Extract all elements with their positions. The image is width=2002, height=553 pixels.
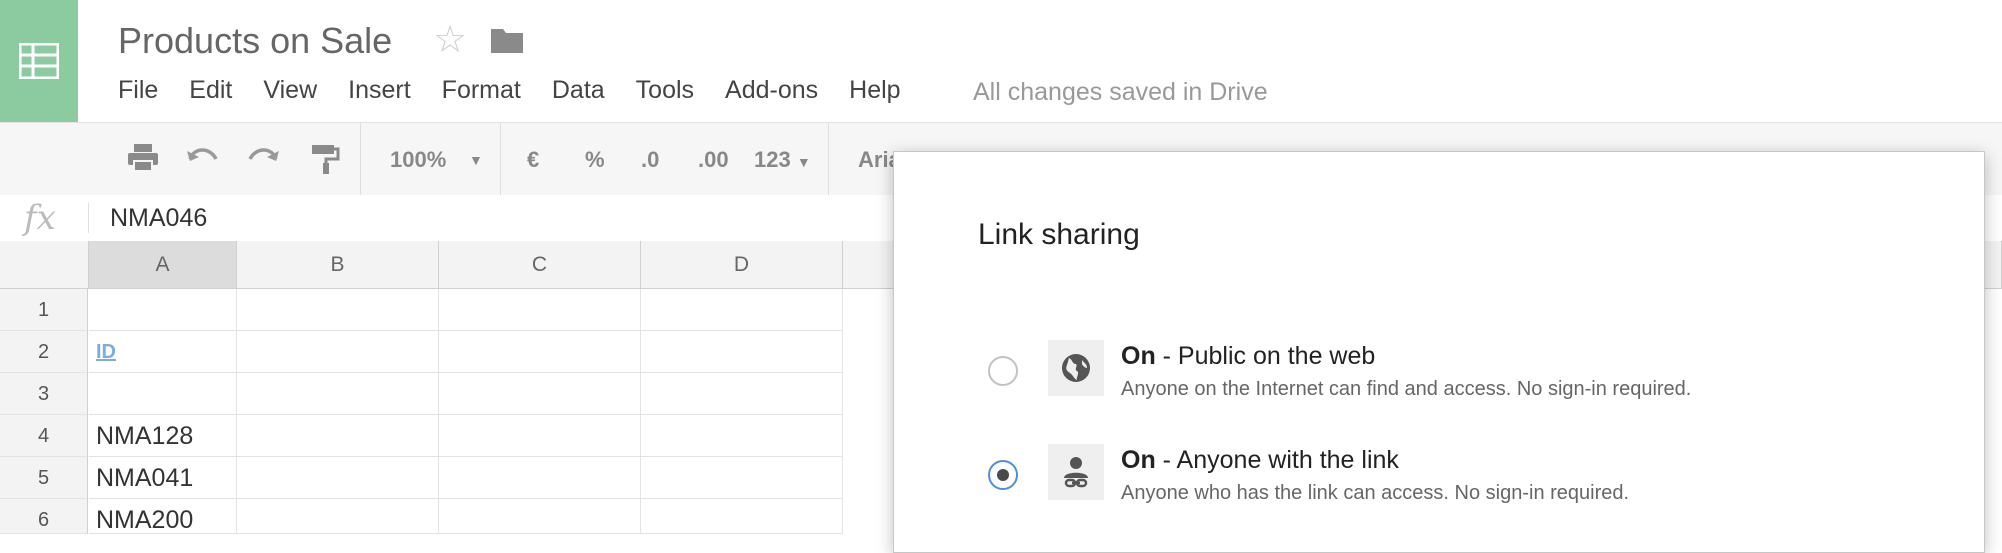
column-header-d[interactable]: D — [641, 241, 843, 289]
table-cell[interactable]: NMA041 — [89, 457, 237, 499]
print-icon[interactable] — [126, 143, 160, 177]
folder-icon[interactable] — [490, 26, 524, 59]
undo-icon[interactable] — [186, 143, 220, 177]
table-cell[interactable] — [641, 457, 843, 499]
fx-icon: fx — [24, 198, 56, 238]
menu-bar: File Edit View Insert Format Data Tools … — [118, 76, 932, 108]
table-cell[interactable] — [237, 457, 439, 499]
currency-format-button[interactable]: € — [527, 143, 539, 177]
table-cell[interactable] — [641, 331, 843, 373]
option-state: On — [1121, 342, 1156, 370]
toolbar-divider — [500, 123, 501, 195]
option-description: Anyone who has the link can access. No s… — [1121, 482, 1630, 504]
table-cell[interactable] — [237, 331, 439, 373]
option-state: On — [1121, 446, 1156, 474]
option-description: Anyone on the Internet can find and acce… — [1121, 378, 1692, 400]
star-icon[interactable]: ☆ — [433, 20, 467, 60]
save-status[interactable]: All changes saved in Drive — [973, 78, 1268, 107]
table-cell[interactable] — [237, 499, 439, 534]
table-cell[interactable] — [439, 331, 641, 373]
formula-input[interactable]: NMA046 — [110, 204, 207, 233]
table-cell[interactable] — [237, 289, 439, 331]
formula-bar-divider — [88, 203, 89, 233]
menu-addons[interactable]: Add-ons — [725, 76, 818, 108]
sheets-icon — [19, 43, 59, 79]
table-cell[interactable] — [641, 415, 843, 457]
toolbar-divider — [828, 123, 829, 195]
table-cell[interactable] — [439, 415, 641, 457]
menu-format[interactable]: Format — [442, 76, 521, 108]
menu-view[interactable]: View — [263, 76, 317, 108]
dialog-title: Link sharing — [978, 218, 1140, 251]
chevron-down-icon: ▼ — [796, 154, 811, 170]
table-cell[interactable] — [439, 499, 641, 534]
more-formats-button[interactable]: 123 ▼ — [754, 143, 811, 177]
document-title[interactable]: Products on Sale — [118, 20, 392, 62]
zoom-value: 100% — [390, 147, 447, 172]
table-cell[interactable] — [89, 373, 237, 415]
table-cell[interactable] — [237, 415, 439, 457]
link-sharing-dialog: Link sharing On - Public on the web Anyo… — [893, 151, 1985, 553]
redo-icon[interactable] — [246, 143, 280, 177]
row-header[interactable]: 1 — [0, 289, 88, 331]
row-header[interactable]: 5 — [0, 457, 88, 499]
option-label: - Public on the web — [1155, 342, 1376, 370]
menu-insert[interactable]: Insert — [348, 76, 411, 108]
row-header[interactable]: 4 — [0, 415, 88, 457]
zoom-select[interactable]: 100% — [390, 143, 446, 177]
percent-format-button[interactable]: % — [585, 143, 605, 177]
column-header-a[interactable]: A — [89, 241, 237, 289]
table-cell[interactable] — [439, 457, 641, 499]
option-heading: On - Public on the web — [1121, 342, 1375, 371]
option-label: - Anyone with the link — [1155, 446, 1399, 474]
option-public-on-web[interactable]: On - Public on the web Anyone on the Int… — [894, 340, 1984, 410]
row-header[interactable]: 6 — [0, 499, 88, 534]
table-cell[interactable] — [641, 373, 843, 415]
option-heading: On - Anyone with the link — [1121, 446, 1399, 475]
radio-public-on-web[interactable] — [988, 356, 1018, 386]
table-cell[interactable] — [641, 289, 843, 331]
toolbar-divider — [360, 123, 361, 195]
person-link-icon — [1048, 444, 1104, 500]
table-cell[interactable] — [641, 499, 843, 534]
table-cell[interactable]: ID — [89, 331, 237, 373]
menu-tools[interactable]: Tools — [636, 76, 694, 108]
chevron-down-icon[interactable]: ▼ — [469, 143, 483, 177]
menu-edit[interactable]: Edit — [189, 76, 232, 108]
table-cell[interactable] — [89, 289, 237, 331]
sheets-logo[interactable] — [0, 0, 78, 122]
globe-icon — [1048, 340, 1104, 396]
table-cell[interactable]: NMA200 — [89, 499, 237, 534]
menu-help[interactable]: Help — [849, 76, 900, 108]
table-cell[interactable] — [439, 373, 641, 415]
option-anyone-with-link[interactable]: On - Anyone with the link Anyone who has… — [894, 444, 1984, 514]
select-all-corner[interactable] — [0, 241, 89, 289]
row-header[interactable]: 3 — [0, 373, 88, 415]
column-header-b[interactable]: B — [237, 241, 439, 289]
table-cell[interactable] — [439, 289, 641, 331]
column-header-c[interactable]: C — [439, 241, 641, 289]
more-formats-label: 123 — [754, 147, 791, 172]
table-cell[interactable]: NMA128 — [89, 415, 237, 457]
radio-anyone-with-link[interactable] — [988, 460, 1018, 490]
table-cell[interactable] — [237, 373, 439, 415]
menu-data[interactable]: Data — [552, 76, 605, 108]
paint-format-icon[interactable] — [310, 143, 340, 177]
decrease-decimals-button[interactable]: .0 — [641, 143, 659, 177]
row-header[interactable]: 2 — [0, 331, 88, 373]
increase-decimals-button[interactable]: .00 — [698, 143, 729, 177]
menu-file[interactable]: File — [118, 76, 158, 108]
